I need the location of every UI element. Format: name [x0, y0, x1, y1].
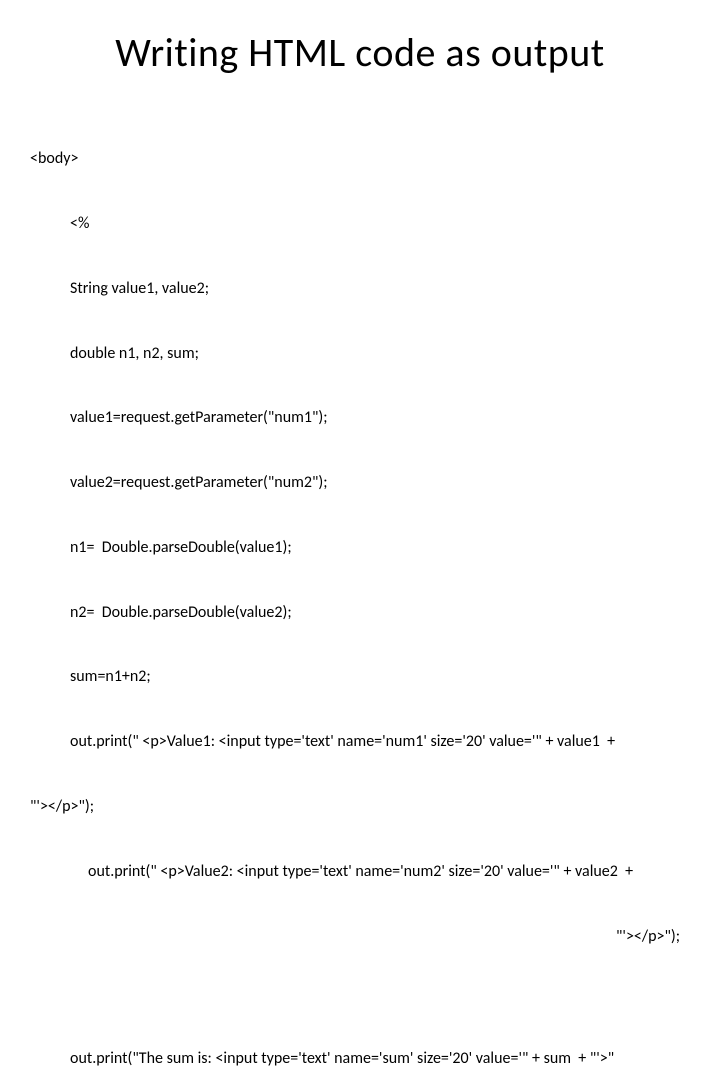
slide: Writing HTML code as output <body> <% St… [0, 0, 720, 540]
code-line: <% [30, 213, 690, 235]
code-block: <body> <% String value1, value2; double … [30, 105, 690, 1080]
code-line: out.print(" <p>Value1: <input type='text… [30, 731, 690, 753]
code-line: out.print("The sum is: <input type='text… [30, 1048, 690, 1070]
blank-line [30, 990, 690, 1004]
code-line: n1= Double.parseDouble(value1); [30, 537, 690, 559]
slide-title: Writing HTML code as output [30, 28, 690, 77]
code-line: String value1, value2; [30, 278, 690, 300]
code-line: double n1, n2, sum; [30, 343, 690, 365]
code-line: <body> [30, 148, 690, 170]
code-line: "'></p>"); [30, 926, 690, 948]
code-line: sum=n1+n2; [30, 666, 690, 688]
code-line: value1=request.getParameter("num1"); [30, 407, 690, 429]
code-line: value2=request.getParameter("num2"); [30, 472, 690, 494]
code-line: n2= Double.parseDouble(value2); [30, 602, 690, 624]
code-line: "'></p>"); [30, 796, 690, 818]
code-line: out.print(" <p>Value2: <input type='text… [30, 861, 690, 883]
